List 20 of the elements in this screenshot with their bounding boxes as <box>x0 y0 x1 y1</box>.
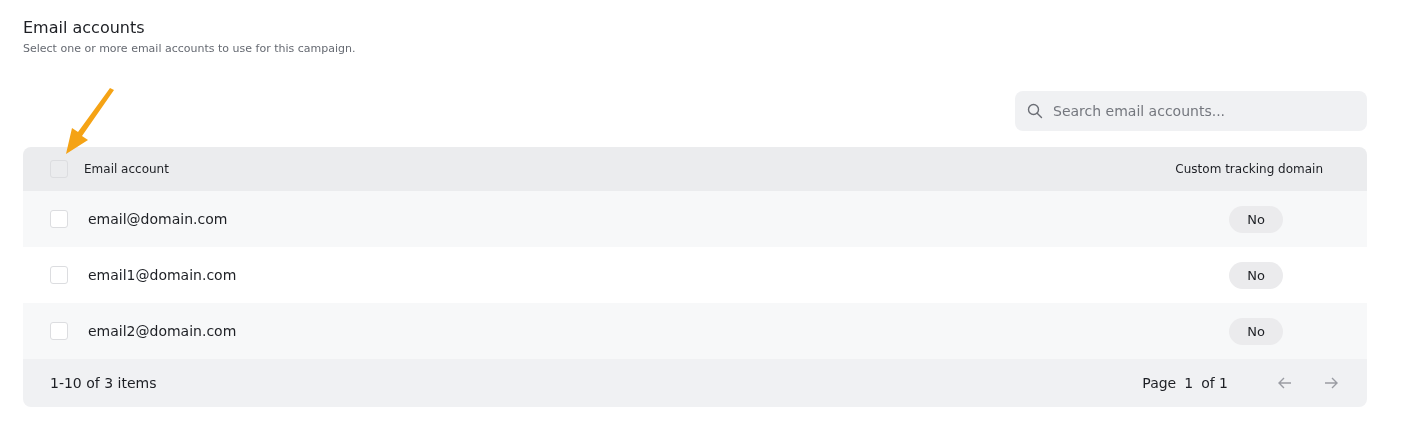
section-title: Email accounts <box>23 18 146 38</box>
email-cell: email@domain.com <box>88 211 228 227</box>
status-pill: No <box>1229 205 1283 233</box>
status-pill: No <box>1229 261 1283 289</box>
row-checkbox[interactable] <box>50 210 68 228</box>
page-total: of 1 <box>1201 375 1228 391</box>
row-checkbox[interactable] <box>50 266 68 284</box>
status-pill: No <box>1229 317 1283 345</box>
section-subtitle: Select one or more email accounts to use for this campaign. <box>23 42 357 55</box>
search-field[interactable]: Search email accounts... <box>1015 91 1367 131</box>
page-number: 1 <box>1184 375 1194 391</box>
item-range: 1-10 of 3 items <box>50 375 157 391</box>
column-header: Email account <box>84 162 169 176</box>
left-arrow-icon <box>1278 377 1292 389</box>
right-arrow-icon <box>1324 377 1338 389</box>
column-header: Custom tracking domain <box>1175 162 1323 176</box>
email-cell: email2@domain.com <box>88 323 237 339</box>
page-label: Page <box>1142 375 1177 391</box>
row-checkbox[interactable] <box>50 322 68 340</box>
email-cell: email1@domain.com <box>88 267 237 283</box>
